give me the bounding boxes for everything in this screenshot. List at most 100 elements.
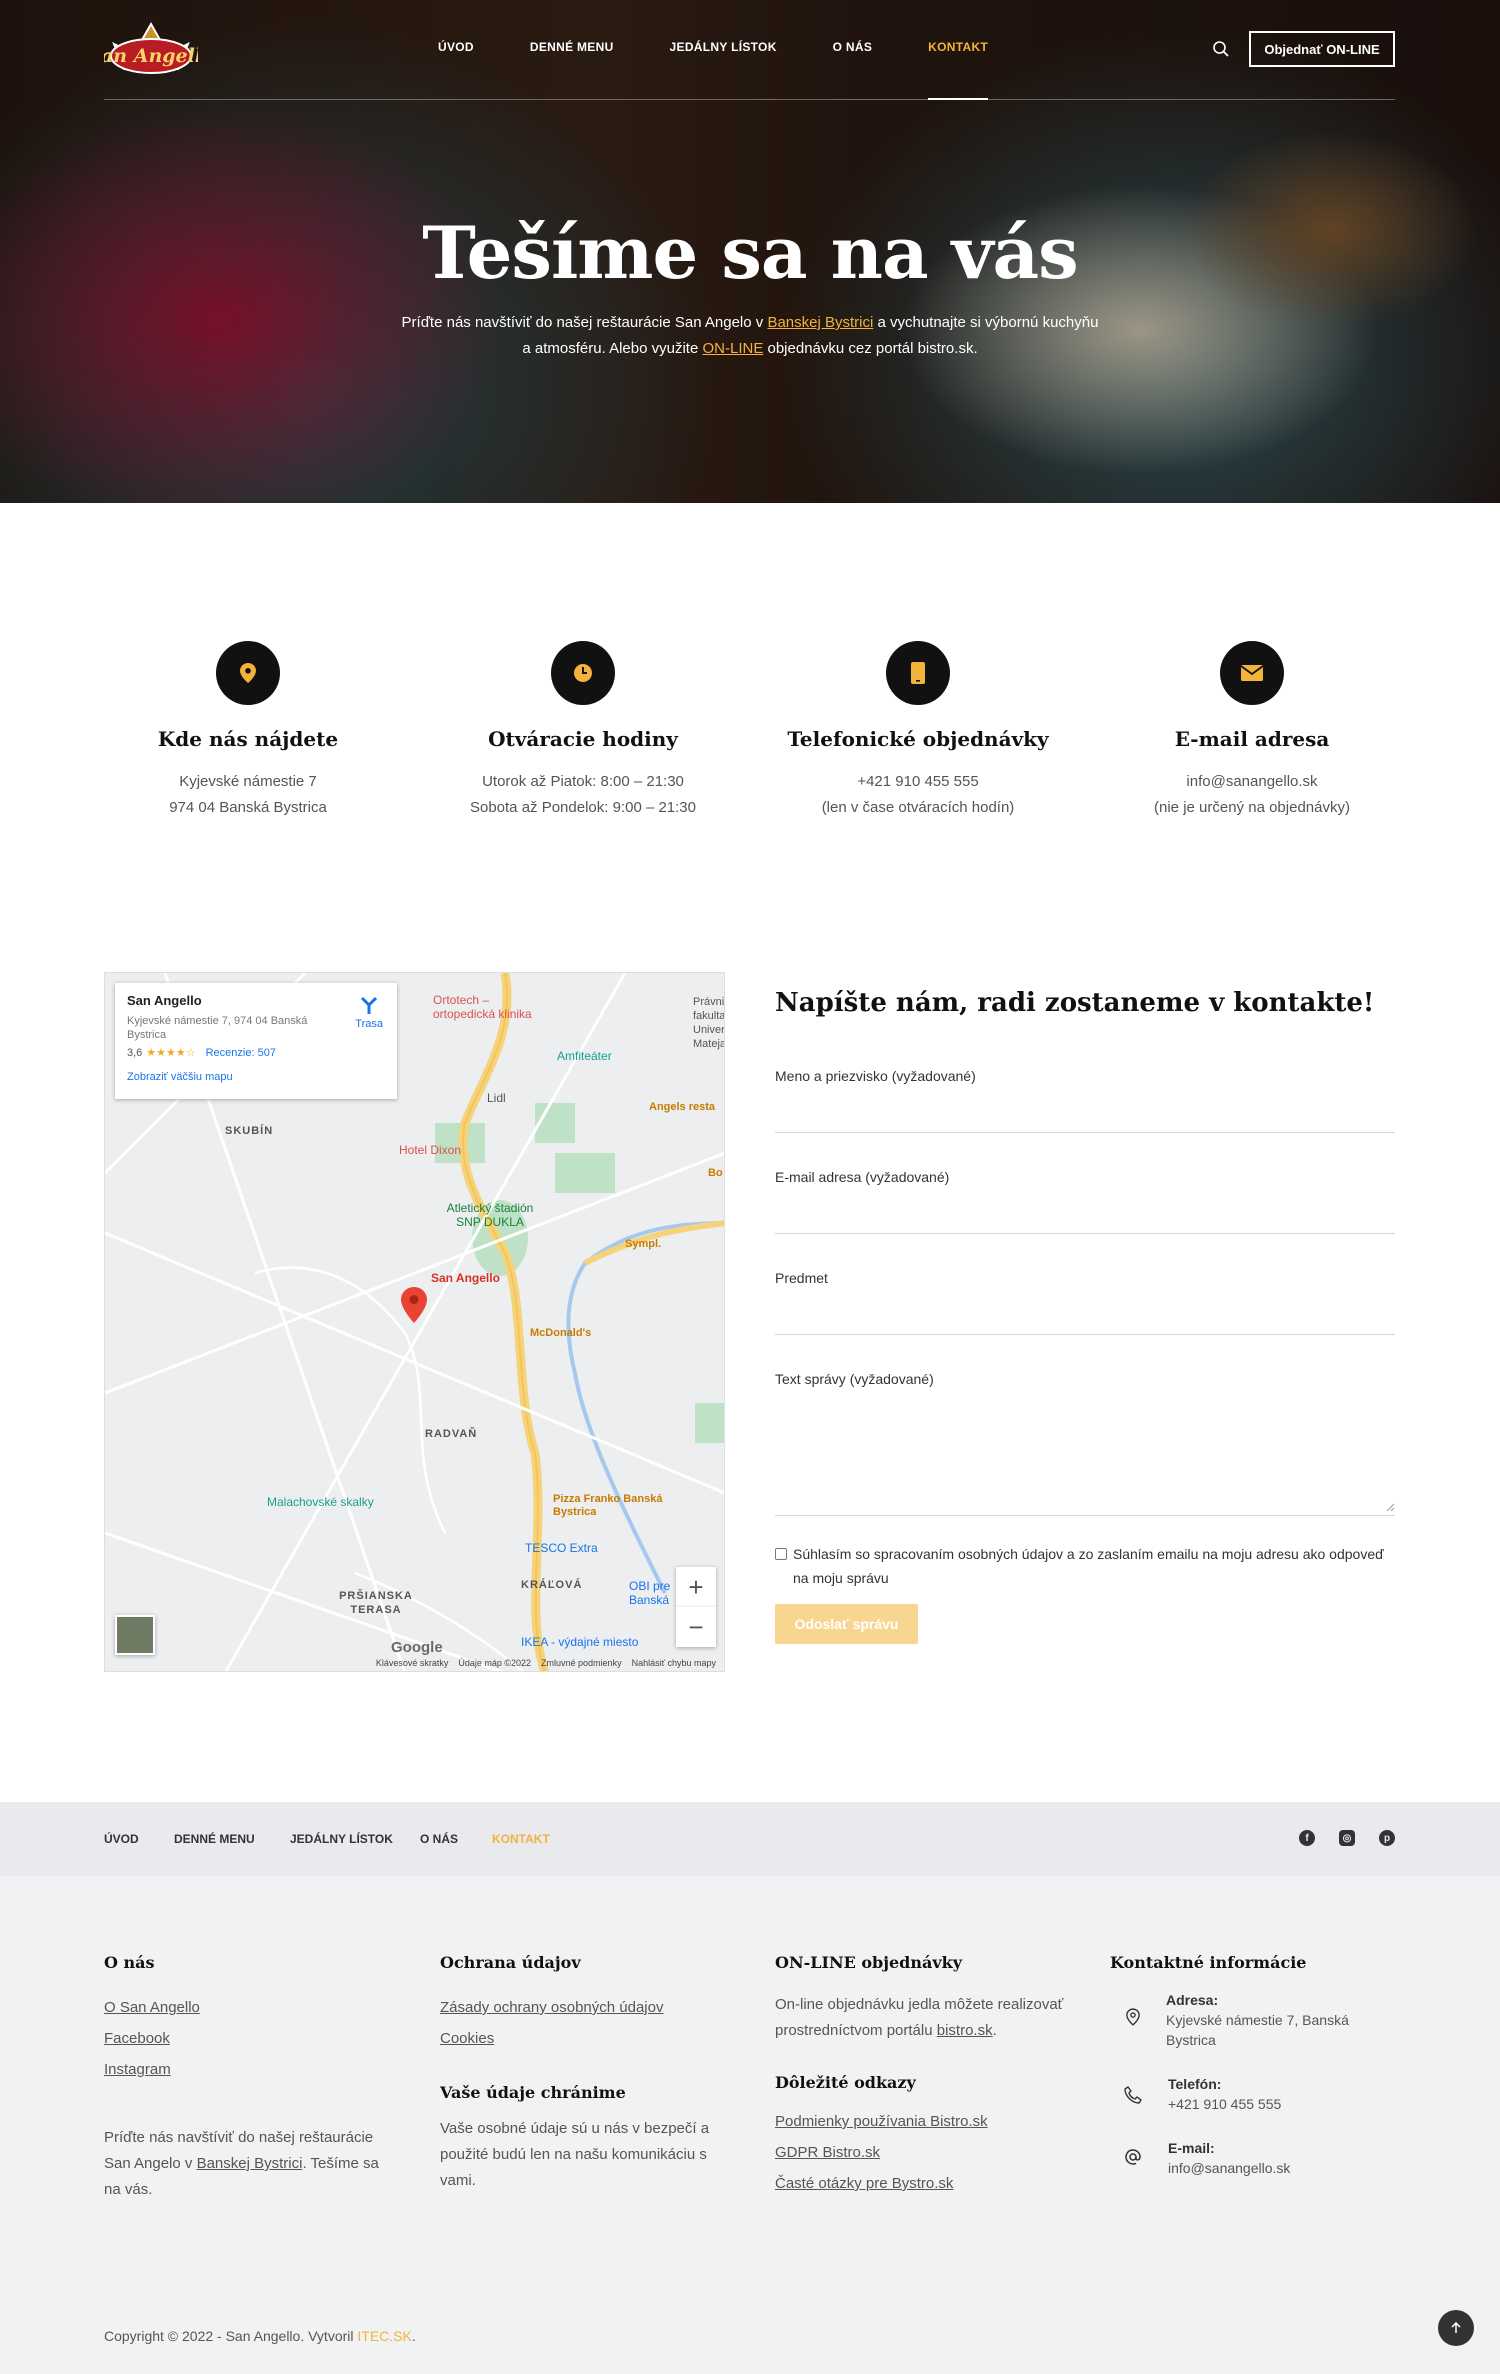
zoom-in-button[interactable]: + [676, 1567, 716, 1607]
order-online-button[interactable]: Objednať ON-LINE [1249, 31, 1395, 67]
field-underline [775, 1515, 1395, 1516]
email-label: E-mail adresa (vyžadované) [775, 1169, 950, 1185]
map-footer-link[interactable]: Klávesové skratky [376, 1658, 449, 1668]
feature-line: Utorok až Piatok: 8:00 – 21:30 [482, 773, 684, 790]
map-label: Atletický štadión SNP DUKLA [446, 1201, 534, 1229]
nav-item-kontakt[interactable]: KONTAKT [928, 40, 988, 100]
consent-checkbox[interactable] [775, 1548, 787, 1560]
footer-heading: O nás [104, 1953, 155, 1972]
name-label: Meno a priezvisko (vyžadované) [775, 1068, 976, 1084]
map-label: RADVAŇ [425, 1428, 478, 1440]
message-textarea[interactable] [775, 1389, 1395, 1515]
feature-text: Kyjevské námestie 7 974 04 Banská Bystric… [98, 769, 398, 821]
copyright: Copyright © 2022 - San Angello. Vytvoril… [104, 2328, 416, 2344]
zoom-out-button[interactable]: − [676, 1607, 716, 1647]
footer-nav-kontakt[interactable]: KONTAKT [492, 1832, 550, 1846]
facebook-icon[interactable]: f [1299, 1830, 1315, 1846]
footer-contact-phone: Telefón: +421 910 455 555 [1110, 2074, 1400, 2114]
resize-handle-icon[interactable] [1386, 1503, 1395, 1512]
map-layer-toggle[interactable] [115, 1615, 155, 1655]
map-label: Právnická fakulta Univerzity Mateja [693, 996, 725, 1050]
hero-link-online[interactable]: ON-LINE [702, 340, 763, 357]
feature-title: Otváracie hodiny [488, 727, 678, 751]
nav-item-o-nas[interactable]: O NÁS [833, 40, 873, 100]
map-label: TESCO Extra [525, 1541, 598, 1555]
map-footer-link[interactable]: Zmluvné podmienky [541, 1658, 622, 1668]
google-map[interactable]: San Angello Kyjevské námestie 7, 974 04 … [104, 972, 725, 1672]
footer-link-city[interactable]: Banskej Bystrici [197, 2155, 303, 2172]
scroll-to-top-button[interactable] [1438, 2310, 1474, 2346]
hero-link-city[interactable]: Banskej Bystrici [767, 314, 873, 331]
footer-link-gdpr[interactable]: GDPR Bistro.sk [775, 2137, 1065, 2168]
feature-text: +421 910 455 555 (len v čase otváracích h… [768, 769, 1068, 821]
instagram-icon[interactable]: ◎ [1339, 1830, 1355, 1846]
map-route-button[interactable]: Trasa [355, 995, 383, 1030]
search-icon[interactable] [1212, 40, 1230, 63]
email-input[interactable] [775, 1187, 1395, 1233]
map-label: Angels resta [649, 1101, 716, 1113]
footer-heading: Vaše údaje chránime [440, 2083, 626, 2102]
map-footer-text: Údaje máp ©2022 [458, 1658, 532, 1668]
arrow-up-icon [1451, 2322, 1461, 2333]
field-underline [775, 1334, 1395, 1335]
email-field-group: E-mail adresa (vyžadované) [775, 1169, 1395, 1234]
nav-item-denne-menu[interactable]: DENNÉ MENU [530, 40, 614, 100]
logo-text: San Angello [104, 45, 198, 67]
footer-link-privacy-policy[interactable]: Zásady ochrany osobných údajov [440, 1992, 730, 2023]
hero-text-part: objednávku cez portál bistro.sk. [763, 340, 978, 357]
contact-label: E-mail: [1168, 2140, 1215, 2156]
footer: O nás O San Angello Facebook Instagram P… [0, 1876, 1500, 2374]
envelope-icon [1220, 641, 1284, 705]
subject-input[interactable] [775, 1288, 1395, 1334]
nav-divider [104, 99, 1395, 100]
footer-link-cookies[interactable]: Cookies [440, 2023, 730, 2054]
footer-link-facebook[interactable]: Facebook [104, 2023, 394, 2054]
map-marker-icon[interactable] [401, 1287, 427, 1328]
footer-privacy-text: Vaše osobné údaje sú u nás v bezpečí a p… [440, 2120, 710, 2189]
footer-nav-jedalny-listok[interactable]: JEDÁLNY LÍSTOK [290, 1832, 393, 1846]
map-bigger-link[interactable]: Zobraziť väčšiu mapu [127, 1071, 385, 1083]
submit-button[interactable]: Odoslať správu [775, 1604, 918, 1644]
footer-link-faq[interactable]: Časté otázky pre Bystro.sk [775, 2168, 1065, 2199]
feature-title: E-mail adresa [1174, 727, 1330, 751]
logo[interactable]: San Angello [87, 14, 215, 84]
location-pin-icon [216, 641, 280, 705]
copyright-text: Copyright © 2022 - San Angello. Vytvoril [104, 2328, 358, 2344]
feature-phone: Telefonické objednávky +421 910 455 555 (… [768, 641, 1068, 821]
map-label: Ortotech – ortopedická klinika [433, 993, 532, 1021]
form-title: Napíšte nám, radi zostaneme v kontakte! [775, 988, 1375, 1018]
hero-text-part: Príďte nás navštíviť do našej reštauráci… [401, 314, 768, 331]
footer-link-terms[interactable]: Podmienky používania Bistro.sk [775, 2106, 1065, 2137]
map-footer-link[interactable]: Nahlásiť chybu mapy [632, 1658, 716, 1668]
consent-row: Súhlasím so spracovaním osobných údajov … [775, 1542, 1395, 1590]
feature-line: 974 04 Banská Bystrica [169, 799, 327, 816]
map-label: Lidl [487, 1091, 506, 1105]
footer-nav-denne-menu[interactable]: DENNÉ MENU [174, 1832, 255, 1846]
feature-title: Telefonické objednávky [787, 727, 1049, 751]
footer-heading: Ochrana údajov [440, 1953, 581, 1972]
nav-item-jedalny-listok[interactable]: JEDÁLNY LÍSTOK [670, 40, 777, 100]
pinterest-icon[interactable]: p [1379, 1830, 1395, 1846]
footer-online-text: On-line objednávku jedla môžete realizov… [775, 1992, 1065, 2044]
map-route-label: Trasa [355, 1018, 383, 1030]
google-logo: Google [391, 1639, 443, 1656]
nav-item-uvod[interactable]: ÚVOD [438, 40, 474, 100]
field-underline [775, 1132, 1395, 1133]
footer-nav-uvod[interactable]: ÚVOD [104, 1832, 139, 1846]
footer-link-instagram[interactable]: Instagram [104, 2054, 394, 2085]
footer-about-text: Príďte nás navštíviť do našej reštauráci… [104, 2125, 394, 2203]
map-reviews-link[interactable]: Recenzie: 507 [206, 1047, 276, 1059]
map-place-name: San Angello [127, 993, 202, 1008]
subject-label: Predmet [775, 1270, 828, 1286]
phone-icon [1124, 2086, 1142, 2104]
message-field-group: Text správy (vyžadované) [775, 1371, 1395, 1516]
footer-nav-o-nas[interactable]: O NÁS [420, 1832, 458, 1846]
footer-link-bistro[interactable]: bistro.sk [937, 2022, 993, 2039]
copyright-link[interactable]: ITEC.SK [357, 2328, 411, 2344]
footer-col-online: ON-LINE objednávky On-line objednávku je… [775, 1950, 1065, 2199]
subject-field-group: Predmet [775, 1270, 1395, 1335]
hero-title: Tešíme sa na vás [422, 210, 1078, 295]
name-input[interactable] [775, 1086, 1395, 1132]
message-label: Text správy (vyžadované) [775, 1371, 934, 1387]
footer-link-about[interactable]: O San Angello [104, 1992, 394, 2023]
